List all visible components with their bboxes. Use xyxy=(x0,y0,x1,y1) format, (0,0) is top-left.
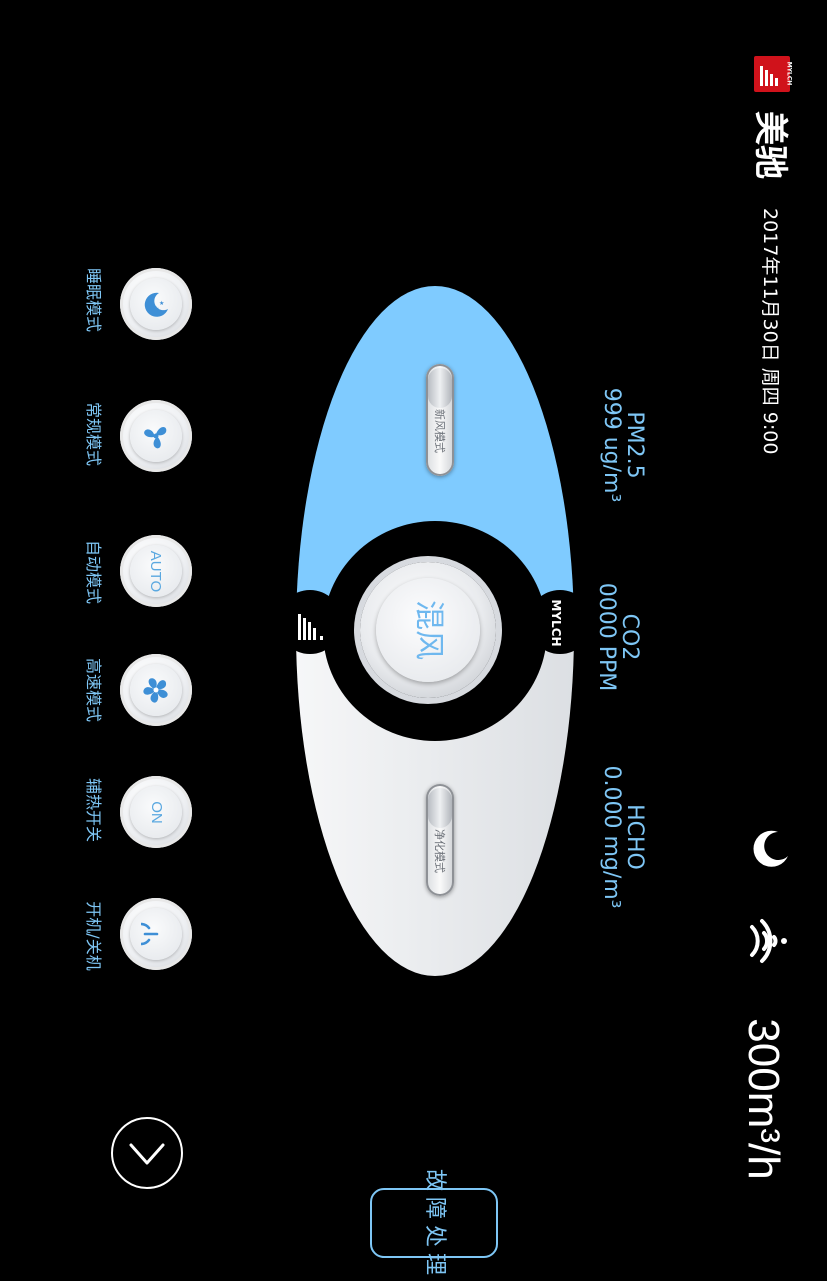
power-label: 开机/关机 xyxy=(84,901,103,971)
purify-mode-label: 净化模式 xyxy=(433,829,446,874)
aux-heat-label: 辅热开关 xyxy=(84,777,103,843)
fresh-air-mode-toggle[interactable]: 新风模式 xyxy=(426,364,454,476)
fan-fast-icon xyxy=(143,678,168,703)
moon-stars-icon: ★ ★ xyxy=(144,292,168,317)
brand-logo-text: MYLCH xyxy=(785,61,793,86)
svg-text:★: ★ xyxy=(159,300,164,307)
hcho-label: HCHO xyxy=(622,804,647,870)
fault-handling-label: 故障处理 xyxy=(422,1169,447,1281)
co2-value: 0000 PPM xyxy=(594,582,619,692)
mix-mode-button[interactable]: 混风 xyxy=(360,562,496,698)
aux-heat-button[interactable]: ON xyxy=(120,776,192,848)
hcho-value: 0.000 mg/m³ xyxy=(599,765,624,909)
fault-handling-button[interactable]: 故障处理 xyxy=(370,1169,498,1281)
high-speed-mode-button[interactable] xyxy=(120,654,192,726)
brand-name: 美驰 xyxy=(750,111,790,179)
datetime-display: 2017年11月30日 周四 9:00 xyxy=(759,208,781,455)
fan-icon xyxy=(144,427,167,449)
chevron-down-icon xyxy=(129,1143,165,1165)
collapse-chevron-button[interactable] xyxy=(111,1117,183,1189)
sleep-mode-label: 睡眠模式 xyxy=(84,267,103,333)
power-icon xyxy=(141,922,159,946)
pm25-label: PM2.5 xyxy=(622,411,647,479)
svg-text:★: ★ xyxy=(777,845,783,853)
mode-controller: MYLCH 混风 新风模式 净化模式 xyxy=(296,286,574,976)
co2-reading: CO2 0000 PPM xyxy=(591,572,642,702)
fresh-air-mode-label: 新风模式 xyxy=(433,409,446,454)
auto-mode-button[interactable]: AUTO xyxy=(120,535,192,607)
normal-mode-label: 常规模式 xyxy=(84,401,103,467)
hcho-reading: HCHO 0.000 mg/m³ xyxy=(596,762,647,912)
controller-brand-tag: MYLCH xyxy=(549,599,563,647)
auto-mode-label: 自动模式 xyxy=(84,539,103,605)
power-button[interactable] xyxy=(120,898,192,970)
signal-level-icon xyxy=(296,608,332,644)
sleep-mode-button[interactable]: ★ ★ xyxy=(120,268,192,340)
mix-mode-label: 混风 xyxy=(411,600,446,660)
purify-mode-toggle[interactable]: 净化模式 xyxy=(426,784,454,896)
normal-mode-button[interactable] xyxy=(120,400,192,472)
co2-label: CO2 xyxy=(617,613,642,661)
wifi-status-icon xyxy=(748,913,792,969)
airflow-readout: 300m³/h xyxy=(739,1018,788,1180)
auto-icon-text: AUTO xyxy=(147,550,165,592)
pm25-value: 999 ug/m³ xyxy=(599,387,624,503)
high-speed-mode-label: 高速模式 xyxy=(84,657,103,723)
pm25-reading: PM2.5 999 ug/m³ xyxy=(596,380,647,510)
on-icon-text: ON xyxy=(147,800,165,824)
brand-logo: MYLCH xyxy=(754,56,793,92)
sleep-status-icon: ★ ★ xyxy=(748,826,794,872)
